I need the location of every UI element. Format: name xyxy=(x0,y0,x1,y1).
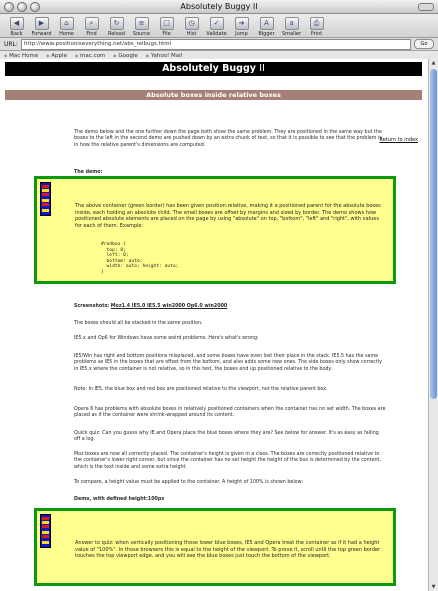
note-moz: Moz boxes are now all correctly placed. … xyxy=(74,452,381,470)
back-label: Back xyxy=(10,31,23,37)
page-content[interactable]: Absolutely Buggy II Absolute boxes insid… xyxy=(0,59,428,591)
note-opera6: Opera 6 has problems with absolute boxes… xyxy=(74,407,386,419)
reload-label: Reload xyxy=(107,31,125,37)
url-input[interactable]: http://www.positioniseverything.net/abs_… xyxy=(20,38,411,50)
validate-button[interactable]: ✓ Validate xyxy=(204,17,229,37)
demo-box-2: Answer to quiz: when vertically position… xyxy=(34,508,396,586)
forward-icon: ▶ xyxy=(34,17,49,30)
hist-button[interactable]: ◷ Hist xyxy=(179,17,204,37)
smaller-label: Smaller xyxy=(281,31,302,37)
note-weird-problems: IE5.x and Op6 for Windows have some weir… xyxy=(74,336,259,341)
quiz-answer: Answer to quiz: when vertically position… xyxy=(75,540,381,560)
demo-1-description: The above container (green border) has b… xyxy=(75,203,381,229)
forward-button[interactable]: ▶ Forward xyxy=(29,17,54,37)
jump-icon: ➜ xyxy=(234,17,249,30)
screenshots-label: Screenshots: xyxy=(74,304,110,309)
hist-label: Hist xyxy=(186,31,197,37)
zoom-window-button[interactable] xyxy=(30,2,40,12)
note-height: To compare, a height value must be appli… xyxy=(74,480,303,485)
find-icon: ⌕ xyxy=(84,17,99,30)
scroll-down-icon[interactable]: ▼ xyxy=(430,584,437,590)
home-label: Home xyxy=(59,31,74,37)
vertical-scrollbar[interactable]: ▲ ▼ xyxy=(428,59,438,591)
back-button[interactable]: ◀ Back xyxy=(4,17,29,37)
demo-1-code: #redbox { top: 0; left: 0; bottom: auto;… xyxy=(101,242,179,275)
validate-icon: ✓ xyxy=(209,17,224,30)
print-button[interactable]: ⎙ Print xyxy=(304,17,329,37)
find-button[interactable]: ⌕ Find xyxy=(79,17,104,37)
demo-2-heading: Demo, with defined height:100px xyxy=(74,497,165,502)
jump-label: Jump xyxy=(235,31,248,37)
window-title: Absolutely Buggy II xyxy=(180,2,258,11)
page-title: Absolutely Buggy II xyxy=(5,62,422,76)
print-label: Print xyxy=(310,31,323,37)
demo-box-1: The above container (green border) has b… xyxy=(34,176,396,284)
window-titlebar: Absolutely Buggy II xyxy=(0,0,438,14)
note-ie5-viewport: Note: In IE5, the blue box and red box a… xyxy=(74,387,328,392)
browser-toolbar: ◀ Back ▶ Forward ⌂ Home ⌕ Find ↻ Reload ≡ Source □ Fi… xyxy=(0,14,438,38)
stacked-boxes xyxy=(40,182,51,216)
scrollbar-thumb[interactable] xyxy=(430,69,437,399)
screenshot-links[interactable]: Moz1.4 IE5.0 IE5.5 win2000 Op6.0 win2000 xyxy=(111,304,228,309)
source-button[interactable]: ≡ Source xyxy=(129,17,154,37)
minimize-window-button[interactable] xyxy=(17,2,27,12)
hist-icon: ◷ xyxy=(184,17,199,30)
smaller-button[interactable]: a Smaller xyxy=(279,17,304,37)
source-icon: ≡ xyxy=(134,17,149,30)
reload-icon: ↻ xyxy=(109,17,124,30)
note-ie5-win: IE5/Win has right and bottom positions m… xyxy=(74,354,382,372)
intro-paragraph: The demo below and the one further down … xyxy=(74,130,382,148)
stacked-boxes xyxy=(40,514,51,548)
address-bar: URL: http://www.positioniseverything.net… xyxy=(0,38,438,51)
note-stacked: The boxes should all be stacked in the s… xyxy=(74,321,203,326)
bigger-icon: A xyxy=(259,17,274,30)
go-button[interactable]: Go xyxy=(414,39,434,49)
toolbar-toggle-button[interactable] xyxy=(418,3,434,11)
back-icon: ◀ xyxy=(9,17,24,30)
note-quick-quiz: Quick quiz: Can you guess why IE and Ope… xyxy=(74,431,379,443)
file-label: File xyxy=(162,31,171,37)
scroll-up-icon[interactable]: ▲ xyxy=(430,60,437,66)
bigger-label: Bigger xyxy=(258,31,275,37)
source-label: Source xyxy=(132,31,151,37)
page-subtitle: Absolute boxes inside relative boxes xyxy=(5,90,422,100)
home-icon: ⌂ xyxy=(59,17,74,30)
file-icon: □ xyxy=(159,17,174,30)
find-label: Find xyxy=(86,31,97,37)
file-button[interactable]: □ File xyxy=(154,17,179,37)
screenshots-line: Screenshots: Moz1.4 IE5.0 IE5.5 win2000 … xyxy=(74,304,386,310)
reload-button[interactable]: ↻ Reload xyxy=(104,17,129,37)
window-controls[interactable] xyxy=(4,2,40,12)
smaller-icon: a xyxy=(284,17,299,30)
home-button[interactable]: ⌂ Home xyxy=(54,17,79,37)
print-icon: ⎙ xyxy=(309,17,324,30)
url-label: URL: xyxy=(4,40,18,48)
jump-button[interactable]: ➜ Jump xyxy=(229,17,254,37)
close-window-button[interactable] xyxy=(4,2,14,12)
bigger-button[interactable]: A Bigger xyxy=(254,17,279,37)
forward-label: Forward xyxy=(31,31,52,37)
validate-label: Validate xyxy=(206,31,227,37)
